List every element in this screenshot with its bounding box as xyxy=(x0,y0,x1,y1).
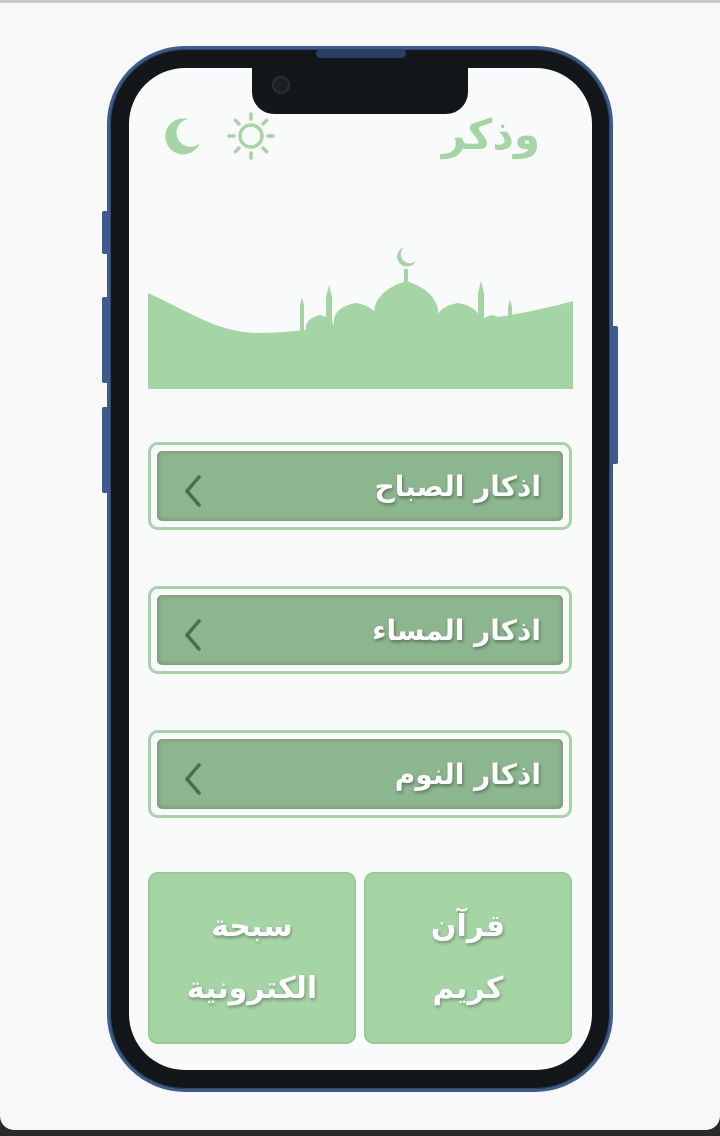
menu-item-morning-adhkar[interactable]: اذكار الصباح xyxy=(148,442,572,530)
page-background: وذكر اذكار الصباح اذكار المساء اذكار الن… xyxy=(0,0,720,1130)
menu-item-body: اذكار المساء xyxy=(157,595,563,665)
moon-icon[interactable] xyxy=(160,113,206,159)
tasbeeh-tile-line2: الكترونية xyxy=(186,971,318,1006)
tasbeeh-tile[interactable]: سبحة الكترونية xyxy=(148,872,356,1044)
quran-tile[interactable]: قرآن كريم xyxy=(364,872,572,1044)
volume-down-button xyxy=(102,407,108,493)
menu-item-label: اذكار النوم xyxy=(394,757,541,791)
tasbeeh-tile-line1: سبحة xyxy=(211,909,293,944)
menu-item-label: اذكار الصباح xyxy=(374,469,541,503)
chevron-left-icon xyxy=(185,619,201,651)
volume-up-button xyxy=(102,297,108,383)
menu-item-body: اذكار الصباح xyxy=(157,451,563,521)
chevron-left-icon xyxy=(185,763,201,795)
menu-item-body: اذكار النوم xyxy=(157,739,563,809)
mosque-skyline-illustration xyxy=(148,241,573,389)
sun-icon[interactable] xyxy=(226,111,276,161)
speaker-grille xyxy=(316,49,406,58)
mute-switch xyxy=(102,211,108,254)
power-button xyxy=(612,326,618,464)
quran-tile-line1: قرآن xyxy=(430,909,506,944)
front-camera xyxy=(272,76,290,94)
menu-item-label: اذكار المساء xyxy=(372,613,541,647)
menu-item-sleep-adhkar[interactable]: اذكار النوم xyxy=(148,730,572,818)
chevron-left-icon xyxy=(185,475,201,507)
menu-item-evening-adhkar[interactable]: اذكار المساء xyxy=(148,586,572,674)
app-title: وذكر xyxy=(441,110,540,159)
quran-tile-line2: كريم xyxy=(432,971,504,1006)
